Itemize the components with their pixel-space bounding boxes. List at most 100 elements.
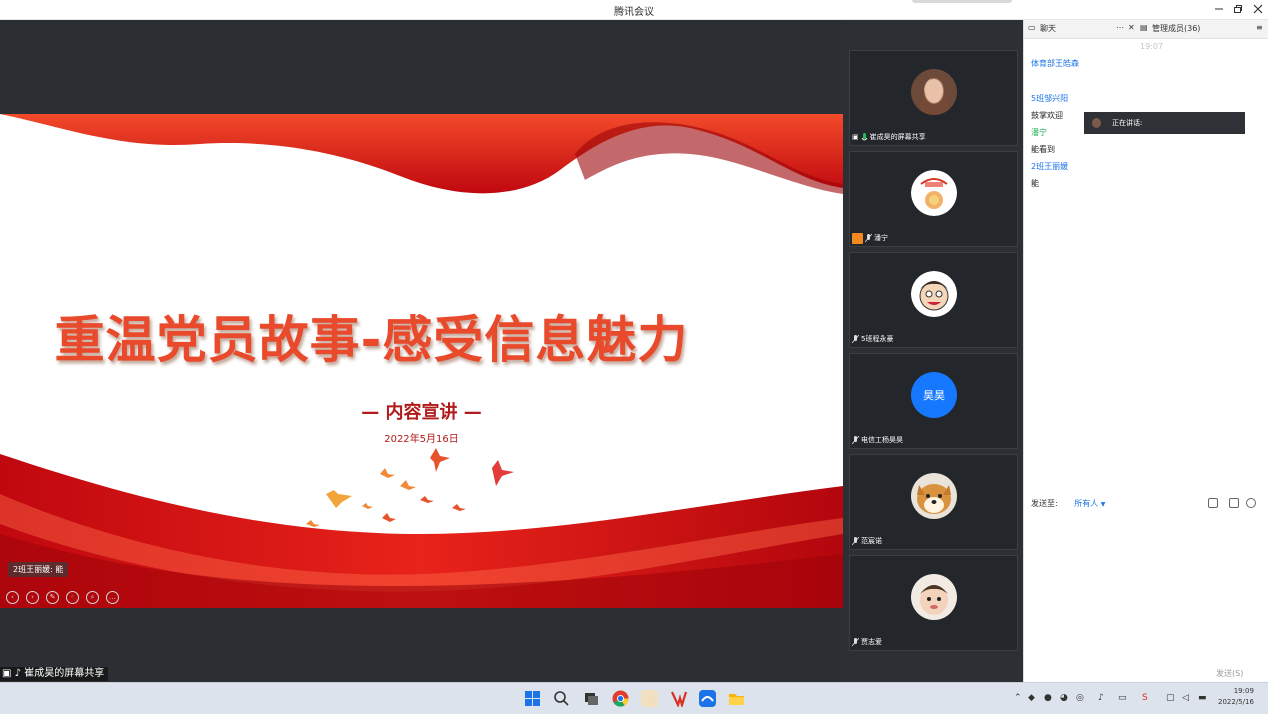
- chevron-down-icon[interactable]: ▼: [1101, 501, 1106, 508]
- clock[interactable]: 19:09 2022/5/16: [1218, 686, 1254, 708]
- participant-name-bar: 电信工杨昊昊: [851, 434, 903, 446]
- host-badge-icon: [852, 232, 863, 244]
- participant-name-bar: 贾志爱: [851, 636, 882, 648]
- participant-name: 潘宁: [874, 234, 888, 242]
- avatar-text-label: 昊昊: [923, 389, 945, 402]
- participant-name: 范宸诺: [861, 537, 882, 545]
- battery-icon[interactable]: ▬: [1198, 693, 1207, 703]
- avatar-woman-photo: [911, 69, 957, 115]
- send-to-bar: 发送至: 所有人 ▼: [1031, 498, 1105, 509]
- windows-start-icon[interactable]: [524, 690, 541, 707]
- tab-chat[interactable]: 聊天: [1040, 23, 1056, 34]
- mic-on-icon: [861, 132, 868, 142]
- keyboard-icon[interactable]: ▭: [1118, 693, 1127, 703]
- clock-time: 19:09: [1233, 687, 1254, 695]
- chat-timestamp: 19:07: [1140, 42, 1164, 51]
- participant-name-bar: 潘宁: [852, 232, 888, 244]
- laser-icon[interactable]: ◦: [66, 591, 79, 604]
- participant-name-bar: ▣ 崔成昊的屏幕共享: [852, 131, 926, 143]
- task-view-icon[interactable]: [583, 690, 600, 707]
- chat-icon: ▭: [1028, 23, 1036, 32]
- chat-panel: ▭ 聊天 ⋯ ✕ ▤ 管理成员(36) ≡ 19:07 体育部王皓森 5班邹兴阳…: [1023, 20, 1268, 682]
- chat-sender: 2班王丽媛: [1031, 162, 1069, 171]
- file-explorer-icon[interactable]: [728, 690, 745, 707]
- chat-sender: 5班邹兴阳: [1031, 94, 1069, 103]
- slide-subtitle: — 内容宣讲 —: [361, 402, 482, 423]
- chat-sender: 体育部王皓森: [1031, 59, 1079, 68]
- tencent-meeting-icon[interactable]: [699, 690, 716, 707]
- participant-tile[interactable]: ▣ 崔成昊的屏幕共享: [849, 50, 1018, 146]
- participant-tile[interactable]: 5班程永豪: [849, 252, 1018, 348]
- chrome-icon[interactable]: [612, 690, 629, 707]
- participant-tile[interactable]: 范宸诺: [849, 454, 1018, 550]
- title-bar: 腾讯会议: [0, 0, 1268, 20]
- participant-name-bar: 范宸诺: [851, 535, 882, 547]
- more-options-icon[interactable]: ⋯: [1116, 23, 1124, 32]
- close-icon[interactable]: [1251, 2, 1265, 16]
- panel-menu-icon[interactable]: ≡: [1256, 23, 1263, 32]
- more-icon[interactable]: …: [106, 591, 119, 604]
- volume-icon[interactable]: ◁: [1182, 693, 1189, 703]
- network-icon[interactable]: ▢: [1166, 693, 1175, 703]
- pen-icon[interactable]: ✎: [46, 591, 59, 604]
- avatar-text: 昊昊: [911, 372, 957, 418]
- participant-name: 5班程永豪: [861, 335, 894, 343]
- clock-date: 2022/5/16: [1218, 698, 1254, 706]
- mic-off-icon: [864, 233, 873, 243]
- presentation-slide: 重温党员故事-感受信息魅力 — 内容宣讲 — 2022年5月16日 2班王丽媛:…: [0, 114, 843, 608]
- chat-message: 能看到: [1031, 145, 1055, 154]
- mic-tray-icon[interactable]: ♪: [1098, 693, 1104, 703]
- chat-tabs: ▭ 聊天 ⋯ ✕ ▤ 管理成员(36) ≡: [1024, 20, 1268, 39]
- slide-date: 2022年5月16日: [384, 434, 459, 445]
- speaking-indicator: 正在讲话:: [1084, 112, 1245, 134]
- tray-expand-icon[interactable]: ⌃: [1014, 693, 1022, 703]
- game-icon[interactable]: [641, 690, 658, 707]
- restore-icon[interactable]: [1231, 2, 1245, 16]
- chat-bubble-overlay: 2班王丽媛: 能: [8, 562, 69, 577]
- screen-share-name: 崔成昊的屏幕共享: [24, 668, 105, 679]
- bird-flock: [306, 448, 514, 527]
- send-to-dropdown[interactable]: 所有人: [1074, 499, 1098, 508]
- app-tray-icon[interactable]: ◎: [1076, 693, 1084, 703]
- close-chat-icon[interactable]: ✕: [1128, 23, 1135, 32]
- send-button[interactable]: 发送(S): [1216, 668, 1243, 679]
- tab-members[interactable]: 管理成员(36): [1152, 23, 1200, 34]
- screen-share-label: ▣ ♪ 崔成昊的屏幕共享: [0, 667, 109, 681]
- minimize-icon[interactable]: [1212, 2, 1226, 16]
- avatar-food-cartoon: [911, 170, 957, 216]
- participant-name: 电信工杨昊昊: [861, 436, 903, 444]
- chat-bubble-sender: 2班王丽媛:: [13, 565, 53, 574]
- zoom-icon[interactable]: ⌕: [86, 591, 99, 604]
- search-icon[interactable]: [553, 690, 570, 707]
- user-icon[interactable]: [1246, 498, 1256, 508]
- chat-message: 鼓掌欢迎: [1031, 111, 1063, 120]
- screenshot-icon[interactable]: [1229, 498, 1239, 508]
- participant-tile[interactable]: 潘宁: [849, 151, 1018, 247]
- wechat-icon[interactable]: ●: [1044, 693, 1052, 703]
- avatar-child-photo: [911, 574, 957, 620]
- tencent-meeting-window: 腾讯会议 重温党员故事-感受信息魅力 — 内容宣讲 — 2022年5月16日 2…: [0, 0, 1268, 714]
- participant-name: 崔成昊的屏幕共享: [869, 133, 926, 141]
- avatar-cartoon-face: [911, 271, 957, 317]
- screen-share-area: 重温党员故事-感受信息魅力 — 内容宣讲 — 2022年5月16日 2班王丽媛:…: [0, 20, 843, 682]
- participant-tile[interactable]: 贾志爱: [849, 555, 1018, 651]
- participant-tile[interactable]: 昊昊 电信工杨昊昊: [849, 353, 1018, 449]
- wps-icon[interactable]: [670, 690, 688, 709]
- speaking-label: 正在讲话:: [1112, 119, 1143, 127]
- prev-slide-icon[interactable]: ‹: [6, 591, 19, 604]
- file-icon[interactable]: [1208, 498, 1218, 508]
- input-method-icon[interactable]: S: [1142, 693, 1148, 703]
- screen-share-icon: ▣: [852, 133, 859, 141]
- mic-off-icon: [851, 435, 860, 445]
- tray-app-icon[interactable]: ◆: [1028, 693, 1035, 703]
- send-to-label: 发送至:: [1031, 499, 1058, 508]
- slide-headline: 重温党员故事-感受信息魅力: [54, 311, 689, 369]
- taskbar: ⌃ ◆ ● ◕ ◎ ♪ ▭ S ▢ ◁ ▬ 19:09 2022/5/16: [0, 682, 1268, 714]
- window-title: 腾讯会议: [614, 7, 654, 18]
- next-slide-icon[interactable]: ›: [26, 591, 39, 604]
- mic-off-icon: [851, 536, 860, 546]
- members-icon: ▤: [1140, 23, 1148, 32]
- chat-sender: 潘宁: [1031, 128, 1047, 137]
- avatar-shiba-dog: [911, 473, 957, 519]
- qq-icon[interactable]: ◕: [1060, 693, 1068, 703]
